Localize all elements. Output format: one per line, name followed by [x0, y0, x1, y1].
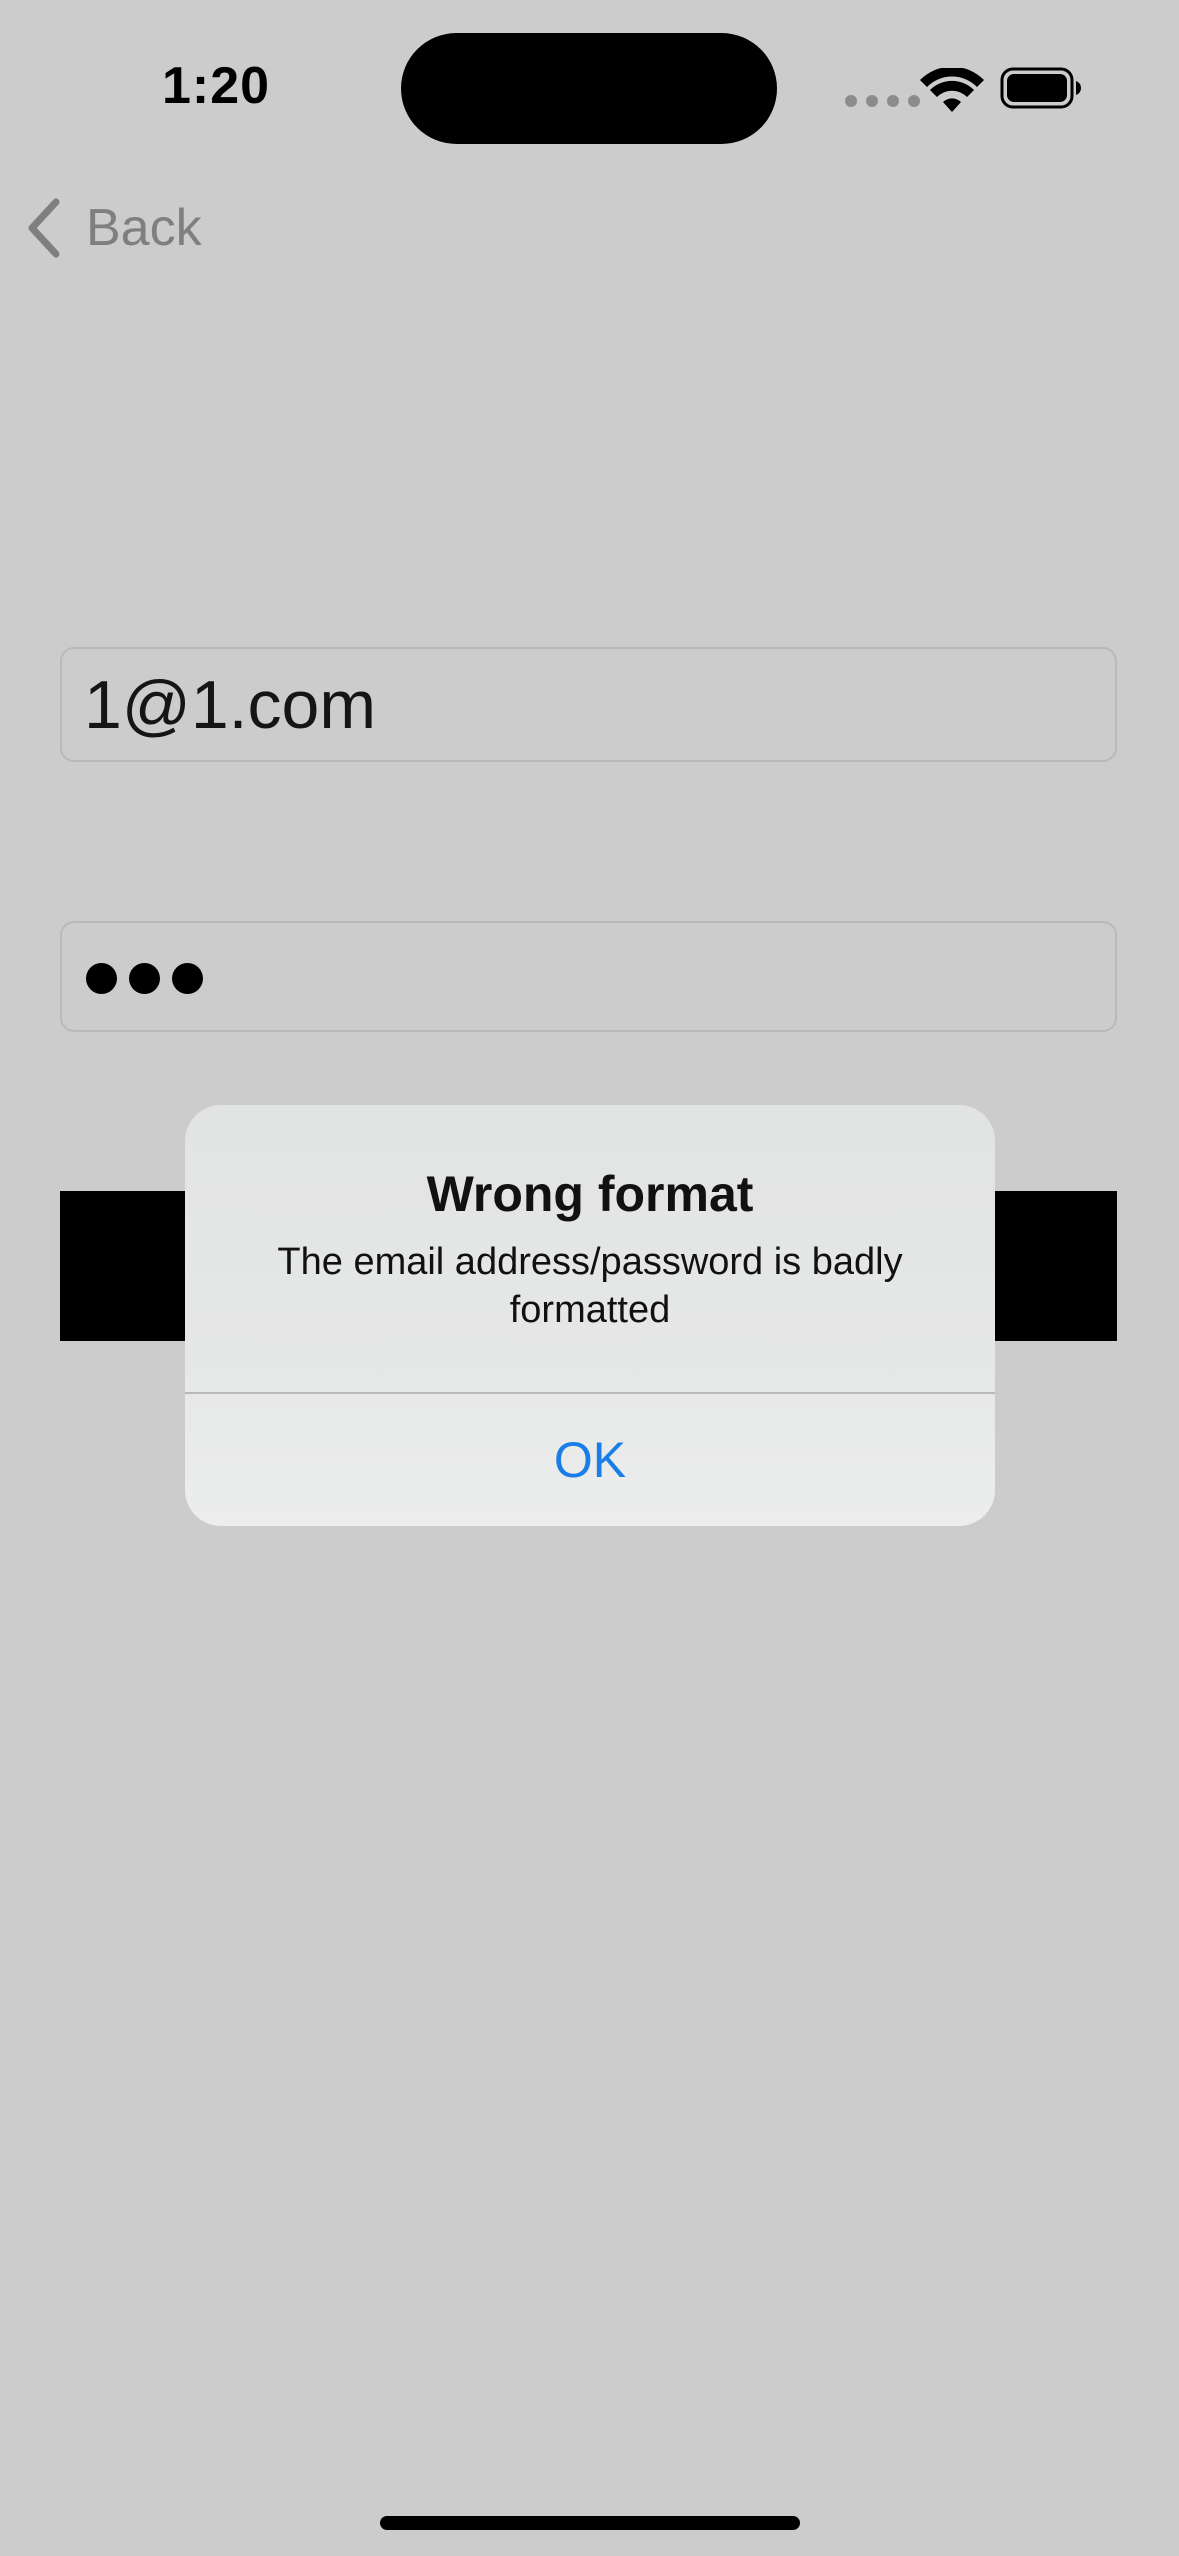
email-field-container: [60, 647, 1117, 762]
status-time: 1:20: [162, 57, 271, 115]
back-label: Back: [86, 199, 202, 257]
password-mask-dot: [129, 963, 160, 994]
alert-ok-button[interactable]: OK: [185, 1394, 995, 1526]
wifi-icon: [920, 68, 984, 112]
battery-icon: [1000, 67, 1081, 109]
chevron-left-icon: [28, 198, 60, 258]
back-button[interactable]: Back: [24, 190, 202, 266]
cellular-signal-icon: [845, 95, 920, 107]
alert-dialog: Wrong format The email address/password …: [185, 1105, 995, 1526]
password-field[interactable]: [60, 921, 1117, 1032]
password-mask-dot: [172, 963, 203, 994]
email-field[interactable]: [62, 649, 1115, 760]
password-mask: [86, 963, 203, 994]
alert-title: Wrong format: [426, 1166, 754, 1222]
home-indicator[interactable]: [380, 2516, 800, 2530]
password-mask-dot: [86, 963, 117, 994]
alert-message: The email address/password is badly form…: [277, 1241, 903, 1331]
dynamic-island: [401, 33, 777, 144]
